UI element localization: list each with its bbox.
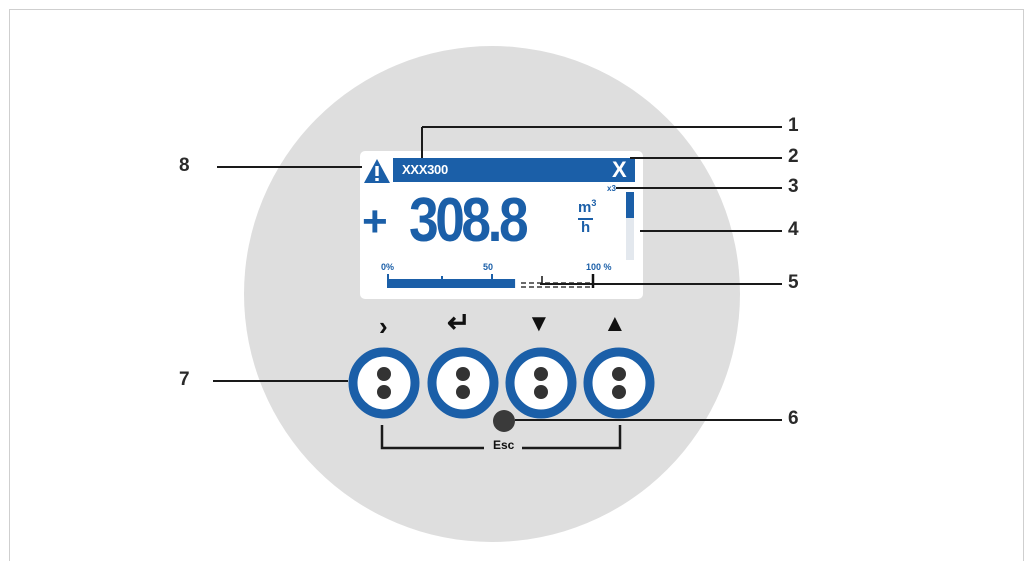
- callout-5: 5: [788, 272, 799, 293]
- callout-7: 7: [179, 369, 190, 390]
- esc-bracket-right: [522, 425, 622, 450]
- callout-8: 8: [179, 155, 190, 176]
- esc-indicator-dot: [493, 410, 515, 432]
- esc-bracket-left: [380, 425, 484, 450]
- callout-4: 4: [788, 219, 799, 240]
- callout-leader-lines: [213, 126, 782, 450]
- esc-label: Esc: [490, 438, 518, 452]
- callout-3: 3: [788, 176, 799, 197]
- callout-1: 1: [788, 115, 799, 136]
- callout-2: 2: [788, 146, 799, 167]
- callout-6: 6: [788, 408, 799, 429]
